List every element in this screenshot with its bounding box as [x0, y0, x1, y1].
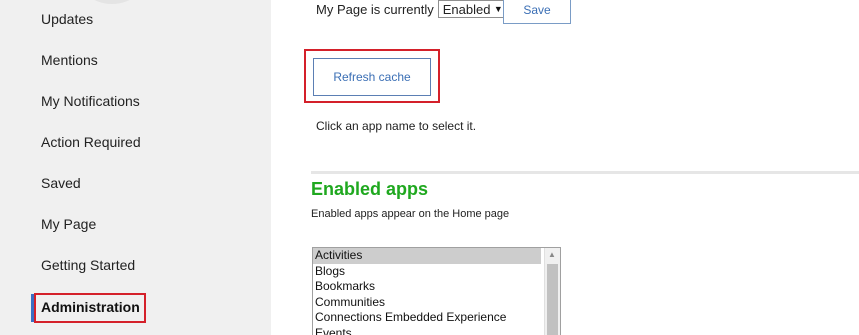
- sidebar-item-updates[interactable]: Updates: [41, 11, 93, 27]
- enabled-apps-listbox[interactable]: Activities Blogs Bookmarks Communities C…: [312, 247, 561, 335]
- list-item[interactable]: Bookmarks: [313, 279, 541, 295]
- select-value: Enabled: [442, 1, 491, 17]
- save-button[interactable]: Save: [503, 0, 571, 24]
- sidebar-item-mentions[interactable]: Mentions: [41, 52, 98, 68]
- list-item[interactable]: Events: [313, 326, 541, 335]
- scrollbar[interactable]: ▲: [544, 248, 560, 335]
- sidebar-item-action-required[interactable]: Action Required: [41, 134, 141, 150]
- avatar[interactable]: [72, 0, 152, 4]
- sidebar-item-my-page[interactable]: My Page: [41, 216, 96, 232]
- divider: [311, 171, 859, 174]
- page-status-row: My Page is currently Enabled ▼: [316, 0, 508, 18]
- sidebar-item-my-notifications[interactable]: My Notifications: [41, 93, 140, 109]
- enabled-apps-subtitle: Enabled apps appear on the Home page: [311, 208, 510, 220]
- hint-text: Click an app name to select it.: [316, 119, 477, 133]
- list-item[interactable]: Activities: [313, 248, 541, 264]
- scroll-up-icon[interactable]: ▲: [548, 250, 556, 259]
- sidebar: Updates Mentions My Notifications Action…: [0, 0, 271, 335]
- chevron-down-icon: ▼: [493, 4, 503, 14]
- enabled-apps-title: Enabled apps: [311, 179, 429, 199]
- scroll-thumb[interactable]: [547, 264, 558, 335]
- page-status-select[interactable]: Enabled ▼: [437, 0, 508, 18]
- sidebar-item-getting-started[interactable]: Getting Started: [41, 257, 135, 273]
- sidebar-item-saved[interactable]: Saved: [41, 175, 81, 191]
- list-item[interactable]: Connections Embedded Experience: [313, 310, 541, 326]
- list-item[interactable]: Communities: [313, 295, 541, 311]
- list-item[interactable]: Blogs: [313, 264, 541, 280]
- refresh-cache-button[interactable]: Refresh cache: [313, 58, 431, 96]
- highlight-administration: [34, 293, 146, 323]
- status-label: My Page is currently: [316, 1, 434, 17]
